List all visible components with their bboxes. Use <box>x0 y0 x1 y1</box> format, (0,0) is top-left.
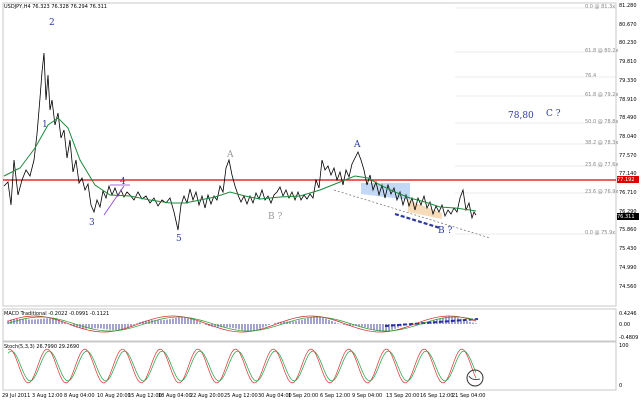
macd-tick: 0.4246 <box>619 311 637 317</box>
fib-label: 50.0 @ 78.8x <box>585 119 619 125</box>
time-label: 8 Aug 04:00 <box>64 393 95 399</box>
wave-label-b-small: B ? <box>268 212 283 222</box>
price-tick: 74.990 <box>619 264 637 271</box>
time-label: 22 Aug 20:00 <box>190 393 224 399</box>
fib-label: 23.6 @ 77.6x <box>585 162 619 168</box>
time-label: 30 Aug 04:00 <box>258 393 292 399</box>
price-line <box>3 52 477 231</box>
time-label: 3 Aug 12:00 <box>32 393 63 399</box>
stoch-highlight-arrow <box>468 375 481 380</box>
time-label: 25 Aug 12:00 <box>224 393 258 399</box>
time-label: 9 Sep 04:00 <box>352 393 383 399</box>
price-tick: 79.330 <box>619 77 637 84</box>
time-label: 10 Aug 20:00 <box>97 393 131 399</box>
macd-tick: 0.00 <box>619 322 631 328</box>
time-label: 1 Sep 20:00 <box>288 393 319 399</box>
macd-tick: -0.4809 <box>619 335 639 341</box>
macd-label: MACD Traditional -0.2022 -0.0991 -0.1121 <box>4 311 110 317</box>
price-tick: 81.280 <box>619 3 637 9</box>
wave-label-1: 1 <box>42 120 48 130</box>
fib-label: 61.8 @ 79.2x <box>585 92 619 98</box>
red-line-price-label: 77.192 <box>617 177 635 183</box>
current-price-label: 76.311 <box>617 214 635 220</box>
price-tick: 74.560 <box>619 283 637 290</box>
time-label: 29 Jul 2011 <box>2 393 31 399</box>
time-label: 21 Sep 04:00 <box>452 393 486 399</box>
wave-label-5: 5 <box>176 234 182 244</box>
fib-label: 38.2 @ 78.3x <box>585 140 619 146</box>
stoch-label: Stoch(5,3,3) 26.7990 29.2690 <box>4 344 80 350</box>
time-label: 13 Sep 20:00 <box>386 393 420 399</box>
wave-label-b: B ? <box>438 226 453 236</box>
price-tick: 77.140 <box>619 171 637 178</box>
fib-label: 23.6 @ 76.9x <box>585 189 619 195</box>
price-tick: 76.710 <box>619 190 637 196</box>
chart-canvas[interactable] <box>0 0 640 400</box>
fib-label: 0.0 @ 81.3x <box>585 4 616 10</box>
price-tick: 79.810 <box>619 59 637 66</box>
main-panel-frame <box>2 2 617 307</box>
time-label: 6 Sep 12:00 <box>320 393 351 399</box>
symbol-info: USDJPY,H4 76.323 76.328 76.294 76.311 <box>4 4 107 10</box>
wave-label-4: 4 <box>120 177 126 187</box>
fib-label: 61.8 @ 80.2x <box>585 48 619 54</box>
time-label: 16 Sep 12:00 <box>420 393 454 399</box>
wave-label-c: C ? <box>546 109 561 119</box>
stoch-signal-line <box>7 350 477 382</box>
time-label: 18 Aug 04:00 <box>158 393 192 399</box>
wave-label-a-small: A <box>227 150 234 160</box>
price-tick: 78.040 <box>619 133 637 140</box>
target-value-label: 78,80 <box>508 111 534 121</box>
price-tick: 76.290 <box>619 208 637 215</box>
fib-label: 0.0 @ 75.9x <box>585 230 616 236</box>
price-tick: 80.670 <box>619 21 637 28</box>
chart-window[interactable]: USDJPY,H4 76.323 76.328 76.294 76.311 77… <box>0 0 640 400</box>
stoch-highlight-circle <box>466 369 484 387</box>
wave-label-3: 3 <box>89 218 95 228</box>
annotation-lines <box>103 184 491 327</box>
stoch-panel-frame <box>2 341 617 391</box>
wave-label-a: A <box>354 140 361 150</box>
price-tick: 78.910 <box>619 96 637 103</box>
stoch-series <box>7 348 477 384</box>
time-label: 15 Aug 12:00 <box>128 393 162 399</box>
stoch-tick: 0 <box>619 383 623 389</box>
price-tick: 75.430 <box>619 246 637 253</box>
price-tick: 77.570 <box>619 152 637 159</box>
price-tick: 80.230 <box>619 40 637 47</box>
price-tick: 78.490 <box>619 115 637 122</box>
fib-label: 76.4 <box>585 73 597 79</box>
wave-label-2: 2 <box>49 18 55 28</box>
price-tick: 75.860 <box>619 227 637 234</box>
stoch-tick: 100 <box>619 343 629 349</box>
stoch-main-line <box>7 348 477 384</box>
price-series <box>3 52 477 231</box>
